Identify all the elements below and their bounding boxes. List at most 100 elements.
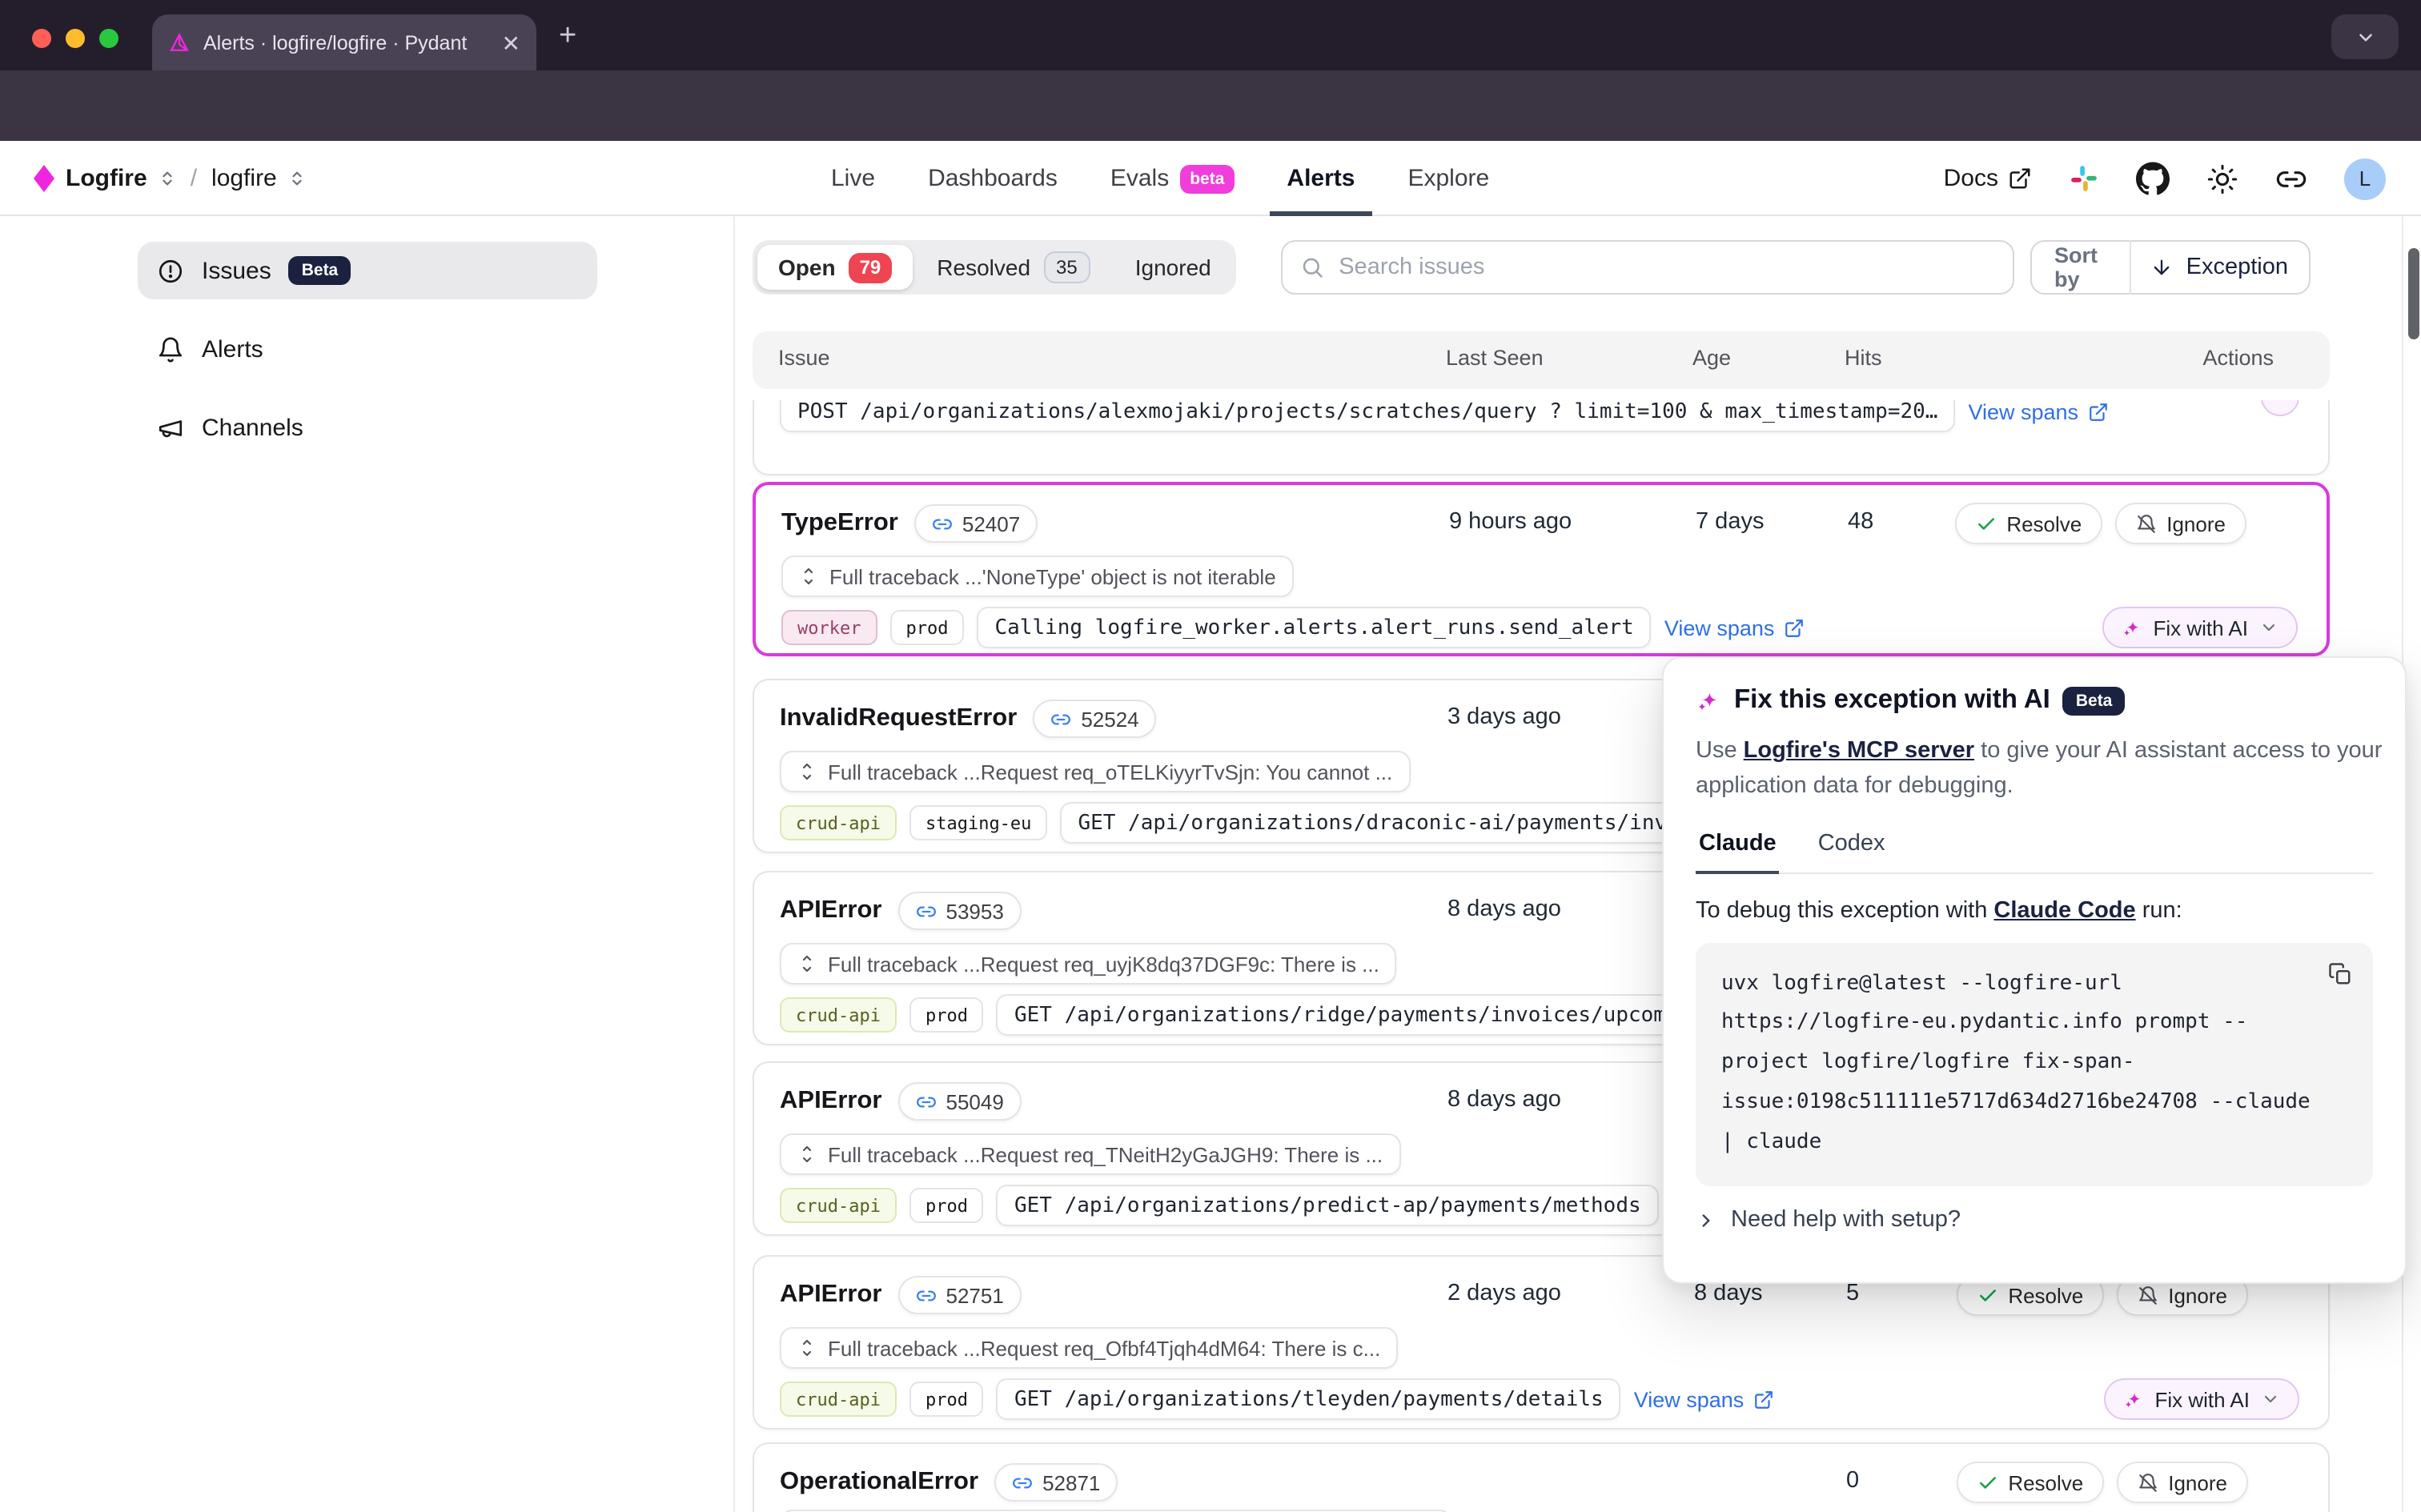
claude-code-link[interactable]: Claude Code [1993,897,2135,923]
maximize-window-button[interactable] [99,29,118,48]
fix-with-ai-popover: Fix this exception with AI Beta Use Logf… [1662,656,2407,1284]
chevrons-up-down-icon[interactable] [159,170,176,187]
scrollbar-thumb[interactable] [2407,248,2419,339]
project-switcher[interactable]: logfire [211,165,277,192]
issue-id-link[interactable]: 52871 [994,1463,1118,1502]
traceback-pill[interactable]: Full traceback ...'NoneType' object is n… [781,555,1294,597]
resolve-button[interactable]: Resolve [1957,1462,2104,1503]
view-spans-link[interactable]: View spans [1664,616,1805,640]
span-message: POST /api/organizations/alexmojaki/proje… [780,400,1955,432]
last-seen: 2 days ago [1447,1281,1561,1306]
external-link-icon [1784,617,1805,638]
view-spans-link[interactable]: View spans [1634,1387,1775,1411]
tab-open[interactable]: Open 79 [757,245,913,290]
tab-resolved[interactable]: Resolved 35 [916,245,1110,290]
new-tab-button[interactable]: + [559,19,576,54]
age: 7 days [1696,509,1764,535]
browser-tab[interactable]: Alerts · logfire/logfire · Pydant ✕ [152,14,536,70]
resolve-button[interactable]: Resolve [1955,503,2102,544]
theme-toggle-sun-icon[interactable] [2206,162,2238,195]
view-spans-link[interactable]: View spans [1968,400,2109,423]
service-tag: crud-api [780,805,897,840]
need-help-toggle[interactable]: Need help with setup? [1696,1208,2373,1233]
traceback-pill[interactable]: Full traceback ...Request req_oTELKiyyrT… [780,751,1410,792]
last-seen: 9 hours ago [1449,509,1572,535]
open-count-badge: 79 [849,252,893,283]
command-text[interactable]: uvx logfire@latest --logfire-url https:/… [1721,965,2347,1165]
ignore-button[interactable]: Ignore [2117,1462,2248,1503]
nav-alerts[interactable]: Alerts [1287,141,1355,216]
tab-claude[interactable]: Claude [1696,830,1780,873]
link-icon [1012,1472,1033,1493]
expand-vertical-icon [799,567,818,586]
fix-with-ai-button[interactable]: Fix with AI [2102,607,2299,648]
traceback-pill[interactable]: Full traceback ...Request req_TNeitH2yGa… [780,1133,1400,1175]
megaphone-icon [157,414,184,441]
tab-search-button[interactable] [2331,14,2399,59]
nav-dashboards[interactable]: Dashboards [928,141,1058,216]
tab-codex[interactable]: Codex [1815,830,1889,872]
issue-row-typeerror[interactable]: TypeError 52407 9 hours ago 7 days 48 Re… [753,482,2330,656]
window-controls[interactable] [32,29,118,48]
search-input[interactable] [1339,255,1995,280]
issue-title: APIError [780,1087,882,1116]
traceback-pill[interactable]: Full traceback ...Request req_uyjK8dq37D… [780,943,1397,985]
github-icon[interactable] [2136,162,2170,195]
assistant-tabs: Claude Codex [1696,830,2373,873]
col-actions: Actions [2202,346,2274,370]
age: 8 days [1694,1281,1762,1306]
issue-title: APIError [780,1281,882,1309]
external-link-icon [1753,1389,1774,1410]
docs-link[interactable]: Docs [1944,165,2032,192]
popover-title-row: Fix this exception with AI Beta [1696,685,2373,716]
sidebar-item-alerts[interactable]: Alerts [138,320,597,378]
nav-evals[interactable]: Evalsbeta [1110,141,1235,216]
issue-id-link[interactable]: 55049 [898,1082,1022,1121]
issue-id-link[interactable]: 52524 [1033,700,1156,738]
service-tag: crud-api [780,997,897,1033]
issue-id-link[interactable]: 52407 [914,504,1038,543]
minimize-window-button[interactable] [66,29,85,48]
sidebar-item-channels[interactable]: Channels [138,399,597,456]
fix-with-ai-button[interactable]: Fix with AI [2104,1378,2300,1420]
chevron-down-icon [2355,26,2375,47]
issue-id-link[interactable]: 52751 [898,1276,1022,1314]
external-link-icon [2088,401,2109,422]
check-icon [1977,1472,1998,1493]
issue-row-operationalerror[interactable]: OperationalError 52871 0 Resolve Ignore [753,1442,2330,1512]
org-switcher[interactable]: Logfire [66,165,147,192]
copy-icon[interactable] [2328,961,2352,985]
tab-ignored[interactable]: Ignored [1114,245,1232,290]
chevrons-up-down-icon[interactable] [288,170,306,187]
mcp-server-link[interactable]: Logfire's MCP server [1744,738,1974,764]
issue-id-link[interactable]: 53953 [898,892,1022,930]
sort-control[interactable]: Sort by Exception [2030,240,2311,295]
slack-icon[interactable] [2069,163,2099,194]
span-message: GET /api/organizations/tleyden/payments/… [997,1378,1621,1420]
issues-beta-badge: Beta [289,256,351,285]
sidebar-item-issues[interactable]: Issues Beta [138,242,597,299]
sidebar-item-label: Issues [202,257,271,284]
resolved-count-badge: 35 [1043,251,1090,283]
traceback-pill[interactable]: Full traceback ...Request req_Ofbf4Tjqh4… [780,1327,1398,1369]
nav-explore[interactable]: Explore [1407,141,1489,216]
span-message: GET /api/organizations/ridge/payments/in… [997,994,1721,1036]
issue-title: APIError [780,896,882,925]
popover-beta-badge: Beta [2063,686,2126,715]
ignore-button[interactable]: Ignore [2115,503,2246,544]
issue-row[interactable]: POST /api/organizations/alexmojaki/proje… [753,400,2330,475]
chevron-down-icon [2259,618,2278,637]
popover-instruction: To debug this exception with Claude Code… [1696,897,2373,923]
sidebar: Issues Beta Alerts Channels [138,242,597,477]
close-window-button[interactable] [32,29,51,48]
share-link-icon[interactable] [2275,162,2307,195]
sort-value[interactable]: Exception [2130,255,2309,280]
user-avatar[interactable]: L [2344,158,2386,199]
nav-live[interactable]: Live [831,141,875,216]
bell-off-icon [2138,1472,2158,1493]
fix-with-ai-button[interactable] [2261,400,2299,416]
tab-close-icon[interactable]: ✕ [502,31,520,54]
main-nav: Live Dashboards Evalsbeta Alerts Explore [831,141,1489,216]
check-icon [1976,513,1997,534]
status-filter-tabs: Open 79 Resolved 35 Ignored [753,240,1237,295]
